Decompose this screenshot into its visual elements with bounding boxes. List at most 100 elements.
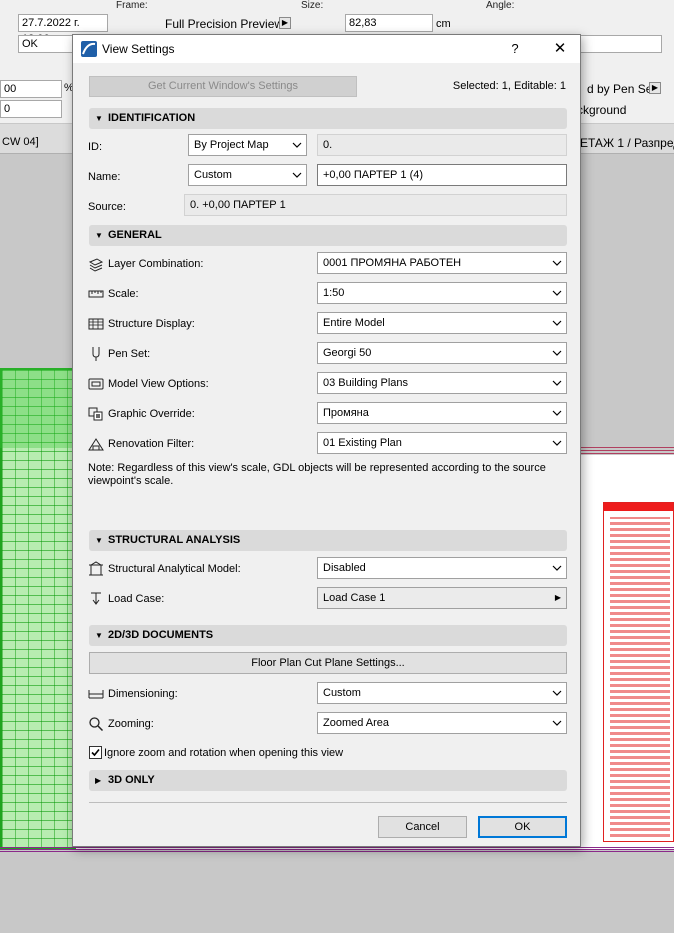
frame-arrow-button[interactable]: ▶ <box>279 17 291 29</box>
archicad-logo-icon <box>81 41 97 57</box>
chevron-down-icon <box>552 350 562 356</box>
dimensioning-dropdown[interactable]: Custom <box>317 682 567 704</box>
name-mode-value: Custom <box>194 169 232 181</box>
chevron-down-icon <box>552 290 562 296</box>
load-case-label: Load Case: <box>108 593 165 605</box>
chevron-down-icon <box>552 260 562 266</box>
zooming-value: Zoomed Area <box>323 717 390 729</box>
angle-label: Angle: <box>486 0 515 11</box>
tab-left[interactable]: CW 04] <box>2 136 39 148</box>
renovation-filter-label: Renovation Filter: <box>108 438 195 450</box>
structural-model-icon <box>89 561 103 576</box>
section-title: 3D ONLY <box>108 774 155 786</box>
help-button[interactable]: ? <box>505 40 525 58</box>
structural-model-value: Disabled <box>323 562 366 574</box>
view-settings-dialog: View Settings ? ✕ Get Current Window's S… <box>72 34 581 847</box>
load-case-dropdown[interactable]: Load Case 1 ▶ <box>317 587 567 609</box>
structure-display-label: Structure Display: <box>108 318 195 330</box>
section-3d-only[interactable]: ▶ 3D ONLY <box>89 770 567 791</box>
size-unit: cm <box>436 18 451 30</box>
section-title: 2D/3D DOCUMENTS <box>108 629 214 641</box>
chevron-down-icon <box>552 565 562 571</box>
left-field-2[interactable]: 0 <box>0 100 62 118</box>
structure-display-dropdown[interactable]: Entire Model <box>317 312 567 334</box>
pen-icon <box>92 347 100 361</box>
date-field[interactable]: 27.7.2022 г. 12:06 <box>18 14 108 45</box>
load-case-value: Load Case 1 <box>323 592 386 604</box>
section-structural-analysis[interactable]: ▼ STRUCTURAL ANALYSIS <box>89 530 567 551</box>
section-title: GENERAL <box>108 229 162 241</box>
layer-combination-value: 0001 ПРОМЯНА РАБОТЕН <box>323 257 462 269</box>
chevron-down-icon <box>552 410 562 416</box>
chevron-down-icon <box>292 172 302 178</box>
id-mode-dropdown[interactable]: By Project Map <box>188 134 307 156</box>
dimensioning-value: Custom <box>323 687 361 699</box>
chevron-down-icon <box>552 320 562 326</box>
scale-label: Scale: <box>108 288 139 300</box>
structure-display-value: Entire Model <box>323 317 385 329</box>
name-mode-dropdown[interactable]: Custom <box>188 164 307 186</box>
layer-combination-dropdown[interactable]: 0001 ПРОМЯНА РАБОТЕН <box>317 252 567 274</box>
selection-info: Selected: 1, Editable: 1 <box>452 80 566 92</box>
model-view-options-dropdown[interactable]: 03 Building Plans <box>317 372 567 394</box>
collapse-triangle-icon: ▼ <box>95 536 103 545</box>
scale-note: Note: Regardless of this view's scale, G… <box>88 462 546 487</box>
frame-label: Frame: <box>116 0 148 11</box>
load-case-icon <box>91 592 101 605</box>
renovation-filter-value: 01 Existing Plan <box>323 437 402 449</box>
collapse-triangle-icon: ▼ <box>95 114 103 123</box>
section-identification[interactable]: ▼ IDENTIFICATION <box>89 108 567 129</box>
scale-ruler-icon <box>88 290 104 298</box>
structural-model-label: Structural Analytical Model: <box>108 563 241 575</box>
footer-divider <box>89 802 567 803</box>
angle-field[interactable] <box>580 35 662 53</box>
renovation-filter-dropdown[interactable]: 01 Existing Plan <box>317 432 567 454</box>
id-mode-value: By Project Map <box>194 139 269 151</box>
scale-dropdown[interactable]: 1:50 <box>317 282 567 304</box>
section-general[interactable]: ▼ GENERAL <box>89 225 567 246</box>
pen-set-label: Pen Set: <box>108 348 151 360</box>
ignore-zoom-checkbox[interactable] <box>89 746 102 759</box>
pen-set-value: Georgi 50 <box>323 347 372 359</box>
floor-plan-highlight <box>0 368 76 448</box>
size-field[interactable]: 82,83 <box>345 14 433 32</box>
checkmark-icon <box>91 748 100 757</box>
dimensioning-icon <box>88 690 104 699</box>
collapse-triangle-icon: ▼ <box>95 231 103 240</box>
name-input[interactable]: +0,00 ПАРТЕР 1 (4) <box>317 164 567 186</box>
renovation-icon <box>88 438 104 451</box>
dialog-title: View Settings <box>102 42 175 56</box>
graphic-override-dropdown[interactable]: Промяна <box>317 402 567 424</box>
close-button[interactable]: ✕ <box>549 39 571 59</box>
structural-model-dropdown[interactable]: Disabled <box>317 557 567 579</box>
structure-display-icon <box>88 318 104 330</box>
left-percent-field[interactable]: 00 <box>0 80 62 98</box>
model-view-icon <box>88 378 104 390</box>
dialog-titlebar[interactable]: View Settings ? ✕ <box>73 35 580 63</box>
layer-combination-label: Layer Combination: <box>108 258 204 270</box>
scale-value: 1:50 <box>323 287 345 299</box>
section-title: IDENTIFICATION <box>108 112 196 124</box>
id-label: ID: <box>88 141 103 153</box>
model-view-options-label: Model View Options: <box>108 378 209 390</box>
id-value-field: 0. <box>317 134 567 156</box>
source-field: 0. +0,00 ПАРТЕР 1 <box>184 194 567 216</box>
cancel-button[interactable]: Cancel <box>378 816 467 838</box>
chevron-down-icon <box>552 380 562 386</box>
pen-set-dropdown[interactable]: Georgi 50 <box>317 342 567 364</box>
section-2d-3d-documents[interactable]: ▼ 2D/3D DOCUMENTS <box>89 625 567 646</box>
section-title: STRUCTURAL ANALYSIS <box>108 534 241 546</box>
tab-right[interactable]: ЕТАЖ 1 / Разпред <box>580 136 674 150</box>
frame-value: Full Precision Preview <box>165 17 284 31</box>
size-label: Size: <box>301 0 324 11</box>
ignore-zoom-label[interactable]: Ignore zoom and rotation when opening th… <box>104 747 343 759</box>
floor-plan-cut-plane-button[interactable]: Floor Plan Cut Plane Settings... <box>89 652 567 674</box>
penset-arrow-button[interactable]: ▶ <box>649 82 661 94</box>
zooming-dropdown[interactable]: Zoomed Area <box>317 712 567 734</box>
right-arrow-icon: ▶ <box>554 593 561 602</box>
penset-text: d by Pen Set <box>587 82 656 96</box>
name-label: Name: <box>88 171 121 183</box>
ok-button[interactable]: OK <box>478 816 567 838</box>
get-current-window-settings-button[interactable]: Get Current Window's Settings <box>89 76 357 97</box>
collapse-triangle-icon: ▼ <box>95 631 103 640</box>
